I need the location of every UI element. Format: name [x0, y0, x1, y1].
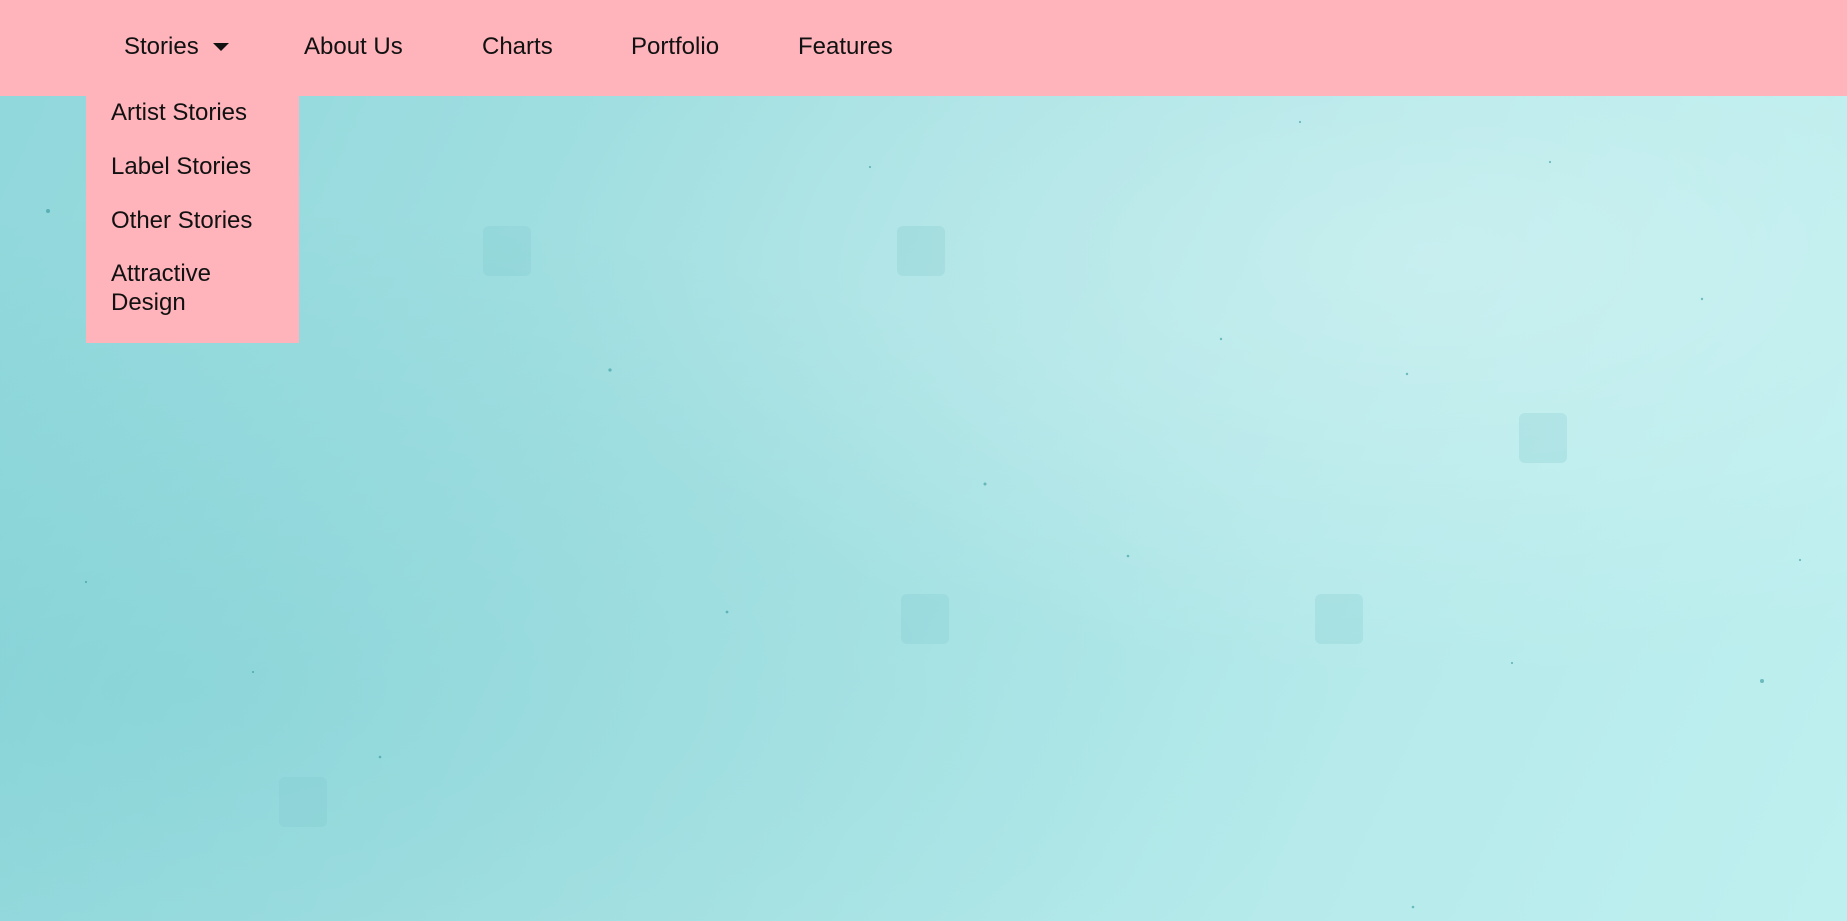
- nav-item-charts[interactable]: Charts: [482, 0, 553, 96]
- nav-item-portfolio[interactable]: Portfolio: [631, 0, 719, 96]
- dropdown-item-other-stories[interactable]: Other Stories: [111, 206, 291, 235]
- nav-item-features[interactable]: Features: [798, 0, 893, 96]
- stories-dropdown-menu: Artist Stories Label Stories Other Stori…: [86, 96, 299, 343]
- page: Stories About Us Charts Portfolio Featur…: [0, 0, 1847, 921]
- nav-item-about-us[interactable]: About Us: [304, 0, 403, 96]
- top-navigation-bar: Stories About Us Charts Portfolio Featur…: [0, 0, 1847, 96]
- dropdown-item-label-stories[interactable]: Label Stories: [111, 152, 291, 181]
- dropdown-item-artist-stories[interactable]: Artist Stories: [111, 98, 291, 127]
- caret-down-icon: [212, 42, 229, 51]
- nav-item-stories[interactable]: Stories: [124, 0, 229, 96]
- nav-item-stories-label: Stories: [124, 33, 199, 60]
- dropdown-item-attractive-design[interactable]: Attractive Design: [111, 259, 291, 317]
